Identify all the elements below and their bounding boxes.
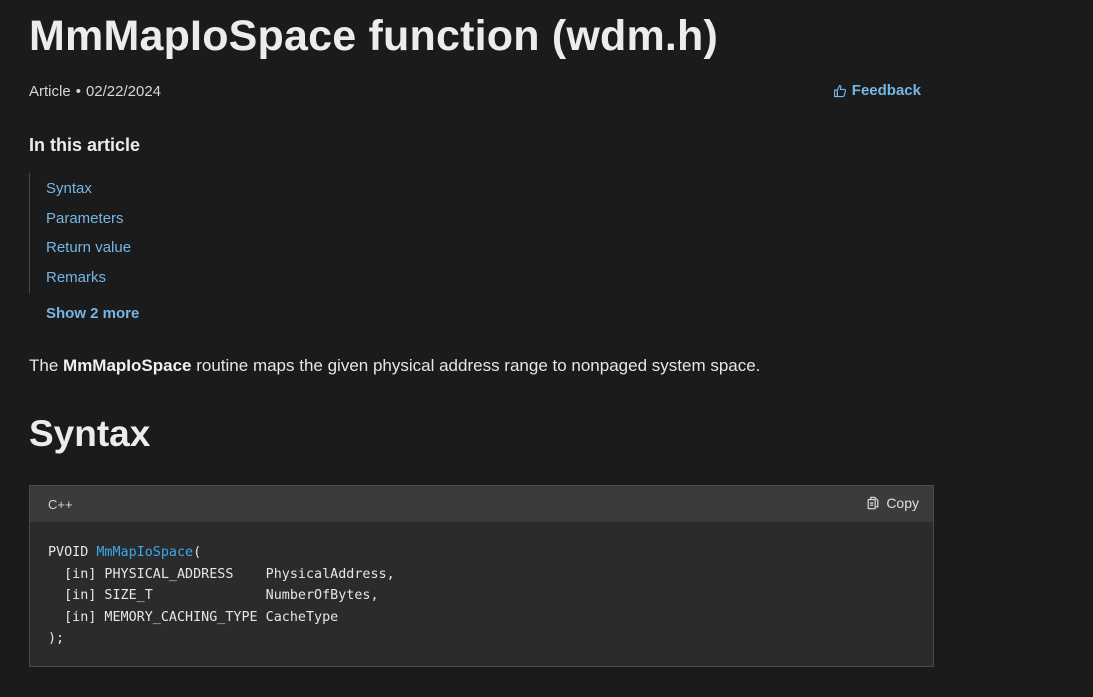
intro-prefix: The: [29, 356, 64, 375]
code-param-line: [in] SIZE_T NumberOfBytes,: [48, 588, 379, 603]
code-content: PVOID MmMapIoSpace( [in] PHYSICAL_ADDRES…: [30, 522, 933, 670]
feedback-label: Feedback: [851, 82, 921, 99]
code-param-line: [in] MEMORY_CACHING_TYPE CacheType: [48, 609, 339, 625]
code-return-type: PVOID: [48, 545, 97, 560]
article-meta: Article • 02/22/2024 Feedback: [29, 82, 934, 105]
article-date: 02/22/2024: [85, 83, 162, 100]
toc-item-parameters[interactable]: Parameters: [46, 204, 934, 234]
code-param-line: [in] PHYSICAL_ADDRESS PhysicalAddress,: [48, 566, 395, 582]
code-block: C++ Copy PVOID MmMapIoSpace( [in] PHYSIC…: [29, 485, 934, 667]
toc-title: In this article: [29, 135, 141, 155]
article-type: Article: [29, 83, 71, 100]
toc-item-return-value[interactable]: Return value: [46, 233, 934, 263]
copy-button[interactable]: Copy: [866, 495, 919, 511]
article-content: MmMapIoSpace function (wdm.h) Article • 02…: [29, 0, 934, 456]
toc-list: Syntax Parameters Return value Remarks: [29, 173, 934, 293]
meta-separator: •: [75, 83, 81, 100]
code-header: C++ Copy: [30, 486, 933, 522]
toc-item-remarks[interactable]: Remarks: [46, 263, 934, 293]
copy-icon: [867, 496, 879, 510]
code-language-label: C++: [48, 497, 73, 512]
page-title: MmMapIoSpace function (wdm.h): [29, 12, 719, 60]
article-page: MmMapIoSpace function (wdm.h) Article • 02…: [0, 0, 1093, 697]
intro-function-name: MmMapIoSpace: [63, 356, 192, 375]
copy-label: Copy: [886, 495, 919, 511]
thumbs-up-icon: [833, 84, 846, 97]
toc-item-syntax[interactable]: Syntax: [46, 174, 934, 204]
toc-show-more-button[interactable]: Show 2 more: [46, 305, 934, 322]
intro-paragraph: The MmMapIoSpace routine maps the given …: [29, 356, 934, 376]
intro-suffix: routine maps the given physical address …: [191, 356, 761, 375]
feedback-button[interactable]: Feedback: [833, 82, 921, 99]
syntax-heading: Syntax: [29, 413, 151, 454]
code-close-paren: );: [48, 631, 65, 646]
code-function-name: MmMapIoSpace: [96, 545, 194, 560]
code-open-paren: (: [193, 545, 202, 560]
